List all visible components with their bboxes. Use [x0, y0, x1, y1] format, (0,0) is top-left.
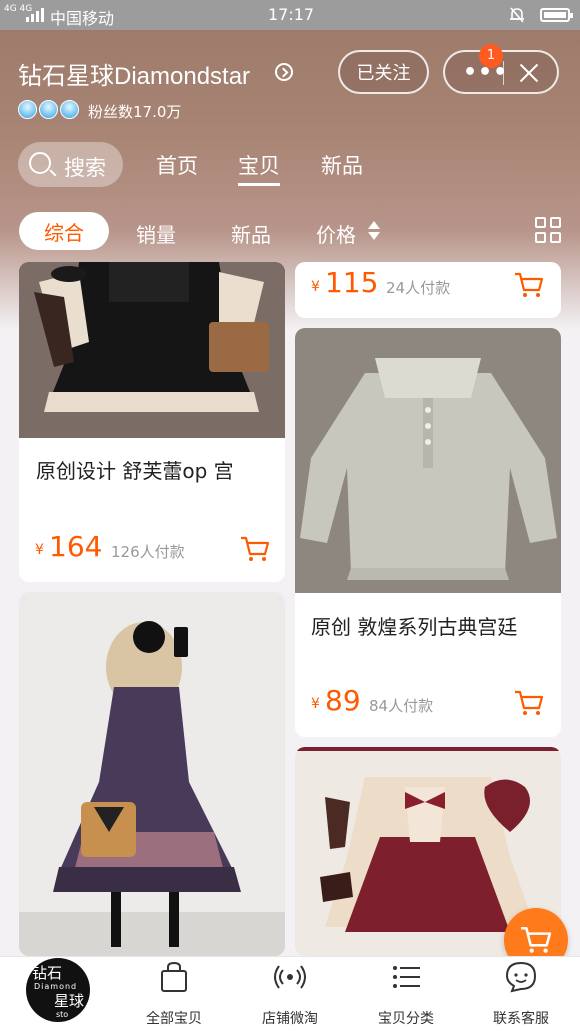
logo-text: 钻石: [32, 964, 63, 982]
bottom-tab-label: 店铺微淘: [262, 1011, 318, 1027]
product-price: 89: [325, 684, 361, 717]
sold-count: 24人付款: [386, 279, 451, 297]
sort-sales[interactable]: 销量: [136, 219, 176, 248]
status-bar: 4G 4G 中国移动 17:17: [0, 0, 580, 30]
clock: 17:17: [268, 5, 315, 24]
currency-symbol: ¥: [35, 542, 44, 558]
currency-symbol: ¥: [311, 696, 320, 712]
crown-icon: [18, 100, 37, 119]
tab-home[interactable]: 首页: [156, 150, 198, 180]
search-icon: [29, 152, 51, 174]
product-card[interactable]: ¥ 115 24人付款: [295, 262, 561, 318]
list-icon: [393, 966, 420, 988]
product-image[interactable]: [19, 262, 285, 438]
product-card[interactable]: [19, 592, 285, 956]
mute-bell-icon: [510, 7, 524, 23]
notification-badge: 1: [479, 44, 503, 68]
product-image[interactable]: [19, 592, 285, 956]
sold-count: 84人付款: [369, 697, 434, 715]
currency-symbol: ¥: [311, 279, 320, 295]
sort-arrows-icon: [368, 219, 380, 243]
fan-count: 粉丝数17.0万: [88, 103, 182, 121]
shop-rating-crowns: [18, 100, 79, 119]
logo-text: sto: [56, 1010, 69, 1019]
shop-name[interactable]: 钻石星球Diamondstar: [18, 56, 250, 91]
crown-icon: [60, 100, 79, 119]
tab-products[interactable]: 宝贝: [238, 150, 280, 186]
product-title[interactable]: 原创 敦煌系列古典宫廷: [311, 611, 517, 640]
grid-view-icon[interactable]: [535, 217, 561, 243]
sort-comprehensive[interactable]: 综合: [19, 212, 109, 250]
cart-icon[interactable]: [514, 689, 544, 717]
chat-icon: [505, 961, 537, 993]
shop-logo[interactable]: 钻石 Diamond 星球 sto: [26, 958, 90, 1022]
product-card[interactable]: 原创设计 舒芙蕾op 宫 ¥ 164 126人付款: [19, 262, 285, 582]
bottom-tab-label: 联系客服: [493, 1011, 549, 1027]
product-card[interactable]: 原创 敦煌系列古典宫廷 ¥ 89 84人付款: [295, 328, 561, 737]
cart-icon: [521, 926, 552, 953]
bottom-tab-all-products[interactable]: 全部宝贝: [124, 960, 224, 1028]
follow-button[interactable]: 已关注: [338, 50, 429, 94]
product-title[interactable]: 原创设计 舒芙蕾op 宫: [36, 455, 234, 484]
cart-icon[interactable]: [240, 535, 270, 563]
logo-text: 星球: [54, 992, 85, 1010]
search-label: 搜索: [64, 156, 106, 180]
bottom-tab-label: 宝贝分类: [378, 1011, 434, 1027]
carrier-name: 中国移动: [50, 9, 115, 28]
search-icon-handle: [49, 169, 57, 177]
product-image[interactable]: [295, 328, 561, 593]
tab-new[interactable]: 新品: [321, 150, 363, 180]
bottom-tab-categories[interactable]: 宝贝分类: [356, 960, 456, 1028]
bottom-tab-weitao[interactable]: 店铺微淘: [240, 960, 340, 1028]
sold-count: 126人付款: [111, 543, 185, 561]
broadcast-icon: [274, 965, 306, 989]
signal-icon: [26, 7, 46, 22]
sort-new[interactable]: 新品: [231, 219, 271, 248]
close-icon[interactable]: [519, 63, 539, 83]
crown-icon: [39, 100, 58, 119]
bottom-tab-label: 全部宝贝: [146, 1011, 202, 1027]
sort-price[interactable]: 价格: [316, 219, 356, 248]
product-price: 115: [325, 266, 379, 299]
search-button[interactable]: 搜索: [18, 142, 123, 187]
chevron-right-icon[interactable]: [275, 63, 293, 81]
bottom-tab-customer-service[interactable]: 联系客服: [471, 960, 571, 1028]
capsule-divider: [503, 61, 504, 85]
battery-icon: [540, 8, 573, 22]
cart-icon[interactable]: [514, 271, 544, 299]
product-price: 164: [49, 530, 103, 563]
bag-icon: [161, 961, 187, 992]
